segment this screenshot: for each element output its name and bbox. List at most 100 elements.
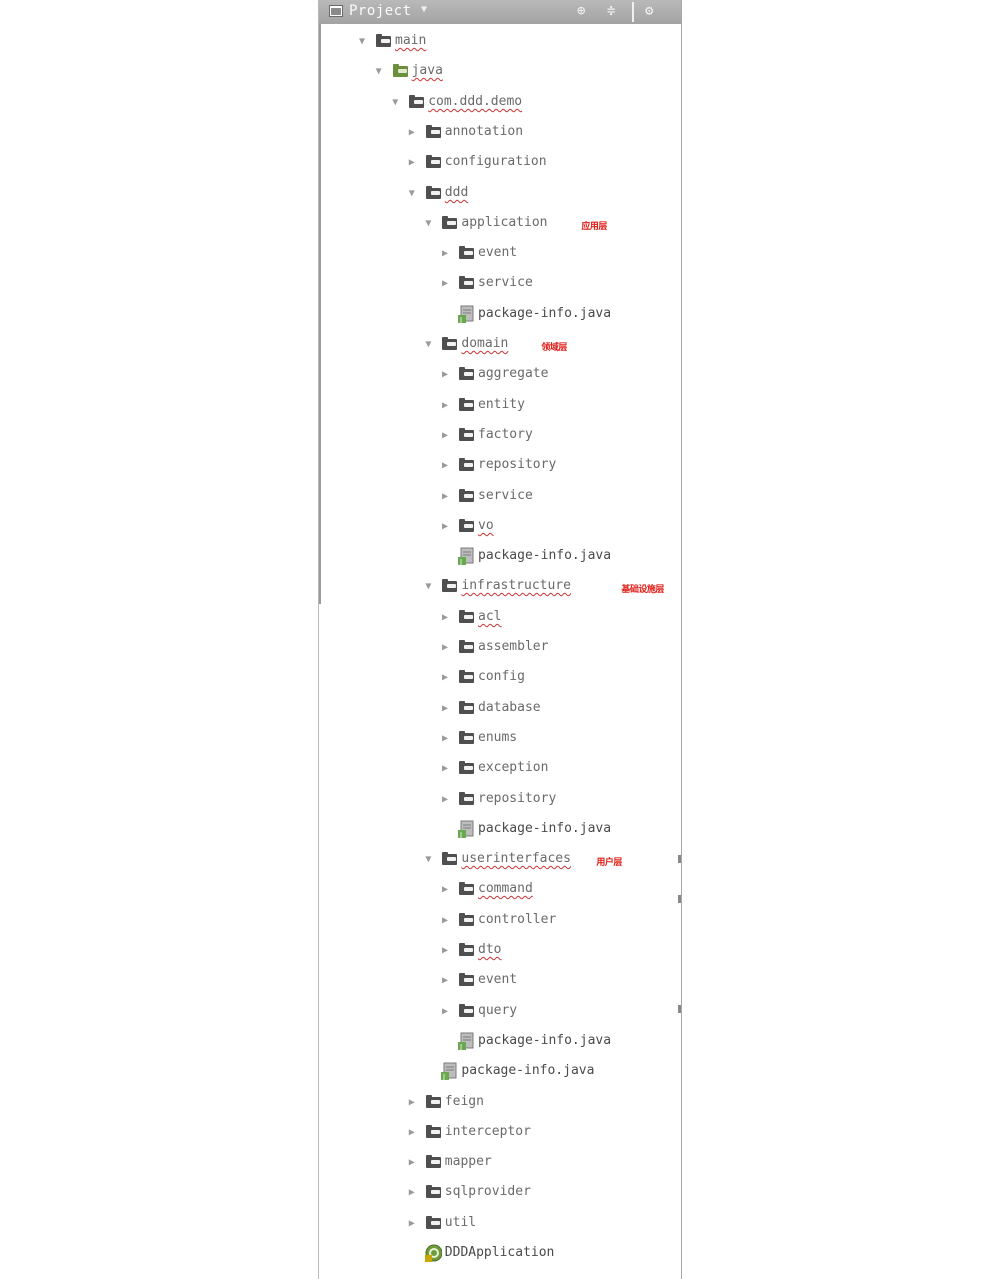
tree-row[interactable]: ▶ factory: [319, 425, 679, 447]
tree-row[interactable]: ▶ service: [319, 273, 679, 295]
collapse-arrow-icon[interactable]: ▶: [442, 401, 448, 411]
collapse-arrow-icon[interactable]: ▶: [442, 946, 448, 956]
collapse-arrow-icon[interactable]: ▶: [442, 885, 448, 895]
package-label: userinterfaces: [461, 851, 571, 866]
collapse-arrow-icon[interactable]: ▶: [409, 128, 415, 138]
collapse-arrow-icon[interactable]: ▶: [409, 1128, 415, 1138]
collapse-arrow-icon[interactable]: ▶: [442, 431, 448, 441]
tree-row[interactable]: ▼ main: [319, 31, 679, 53]
collapse-arrow-icon[interactable]: ▶: [442, 492, 448, 502]
collapse-arrow-icon[interactable]: ▶: [442, 613, 448, 623]
tree-row[interactable]: ▶ enums: [319, 728, 679, 750]
expand-arrow-icon[interactable]: ▼: [425, 340, 431, 350]
expand-arrow-icon[interactable]: ▼: [425, 582, 431, 592]
package-label: java: [411, 63, 443, 78]
tree-row[interactable]: ▼ userinterfaces 用户层: [319, 849, 679, 871]
tree-row[interactable]: ▶ controller: [319, 910, 679, 932]
collapse-arrow-icon[interactable]: ▶: [409, 1188, 415, 1198]
collapse-arrow-icon[interactable]: ▶: [442, 461, 448, 471]
project-view-title[interactable]: Project: [349, 3, 412, 19]
tree-row[interactable]: ▼ domain 领域层: [319, 334, 679, 356]
package-label: entity: [478, 397, 525, 412]
package-label: infrastructure: [461, 578, 571, 593]
collapse-arrow-icon[interactable]: ▶: [409, 158, 415, 168]
package-folder-icon: [442, 337, 458, 350]
collapse-arrow-icon[interactable]: ▶: [442, 279, 448, 289]
expand-arrow-icon[interactable]: ▼: [359, 37, 365, 47]
package-folder-icon: [459, 792, 474, 805]
settings-gear-icon[interactable]: ⚙: [645, 4, 653, 18]
tree-row[interactable]: ▶ mapper: [319, 1152, 679, 1174]
tree-row[interactable]: ▶ service: [319, 486, 679, 508]
collapse-all-icon[interactable]: ≑: [607, 4, 615, 18]
collapse-arrow-icon[interactable]: ▶: [442, 1007, 448, 1017]
tree-row[interactable]: ▼ application 应用层: [319, 213, 679, 235]
collapse-arrow-icon[interactable]: ▶: [409, 1219, 415, 1229]
tree-row[interactable]: ▶ assembler: [319, 637, 679, 659]
tree-row[interactable]: ▼ com.ddd.demo: [319, 92, 679, 114]
package-label: exception: [478, 760, 549, 775]
collapse-arrow-icon[interactable]: ▶: [442, 522, 448, 532]
tree-row[interactable]: Jpackage-info.java: [319, 819, 679, 841]
tree-row[interactable]: ▶ acl: [319, 607, 679, 629]
collapse-arrow-icon[interactable]: ▶: [442, 734, 448, 744]
expand-arrow-icon[interactable]: ▼: [409, 189, 415, 199]
layer-annotation: 应用层: [581, 222, 607, 232]
view-dropdown-icon[interactable]: ▼: [421, 4, 427, 15]
tree-row[interactable]: ▶ configuration: [319, 152, 679, 174]
collapse-arrow-icon[interactable]: ▶: [409, 1158, 415, 1168]
tree-row[interactable]: ▶ database: [319, 698, 679, 720]
expand-arrow-icon[interactable]: ▼: [392, 98, 398, 108]
collapse-arrow-icon[interactable]: ▶: [442, 249, 448, 259]
tree-row[interactable]: ▶ entity: [319, 395, 679, 417]
tree-row[interactable]: Jpackage-info.java: [319, 546, 679, 568]
tree-row[interactable]: ▼ ddd: [319, 183, 679, 205]
package-label: mapper: [444, 1154, 492, 1169]
svg-text:J: J: [459, 558, 462, 565]
file-label: package-info.java: [461, 1063, 595, 1078]
package-label: event: [478, 972, 518, 987]
expand-arrow-icon[interactable]: ▼: [425, 855, 431, 865]
tree-row[interactable]: ▶ feign: [319, 1092, 679, 1114]
collapse-arrow-icon[interactable]: ▶: [442, 795, 448, 805]
tree-row[interactable]: ▶ sqlprovider: [319, 1182, 679, 1204]
tree-row[interactable]: ▶ vo: [319, 516, 679, 538]
collapse-arrow-icon[interactable]: ▶: [442, 673, 448, 683]
tree-row[interactable]: ▶ event: [319, 243, 679, 265]
package-label: database: [478, 700, 541, 715]
tree-row[interactable]: ▶ interceptor: [319, 1122, 679, 1144]
collapse-arrow-icon[interactable]: ▶: [442, 704, 448, 714]
tree-row[interactable]: ▶ repository: [319, 789, 679, 811]
tree-row[interactable]: Jpackage-info.java: [319, 1031, 679, 1053]
package-folder-icon: [459, 913, 474, 926]
tree-row[interactable]: ▶ repository: [319, 455, 679, 477]
expand-arrow-icon[interactable]: ▼: [376, 67, 382, 77]
scroll-from-source-icon[interactable]: ⊕: [577, 4, 585, 18]
java-file-icon: J: [458, 820, 474, 838]
collapse-arrow-icon[interactable]: ▶: [442, 916, 448, 926]
tree-row[interactable]: ▼ infrastructure 基础设施层: [319, 576, 679, 598]
collapse-arrow-icon[interactable]: ▶: [442, 643, 448, 653]
tree-row[interactable]: ▶ exception: [319, 758, 679, 780]
tree-row[interactable]: Jpackage-info.java: [319, 1061, 679, 1083]
collapse-arrow-icon[interactable]: ▶: [409, 1098, 415, 1108]
tree-row[interactable]: ▶ dto: [319, 940, 679, 962]
toolbar-divider: [632, 2, 634, 22]
expand-arrow-icon[interactable]: ▼: [425, 219, 431, 229]
tree-row[interactable]: ▶ annotation: [319, 122, 679, 144]
tree-row[interactable]: ▼ java: [319, 61, 679, 83]
collapse-arrow-icon[interactable]: ▶: [442, 370, 448, 380]
svg-text:J: J: [442, 1073, 445, 1080]
svg-text:J: J: [459, 831, 462, 838]
collapse-arrow-icon[interactable]: ▶: [442, 764, 448, 774]
tree-row[interactable]: DDDApplication: [319, 1243, 679, 1265]
tree-row[interactable]: ▶ util: [319, 1213, 679, 1235]
tree-row[interactable]: ▶ query: [319, 1001, 679, 1023]
package-folder-icon: [425, 1095, 441, 1108]
tree-row[interactable]: ▶ config: [319, 667, 679, 689]
tree-row[interactable]: ▶ aggregate: [319, 364, 679, 386]
tree-row[interactable]: ▶ command: [319, 879, 679, 901]
tree-row[interactable]: Jpackage-info.java: [319, 304, 679, 326]
collapse-arrow-icon[interactable]: ▶: [442, 976, 448, 986]
tree-row[interactable]: ▶ event: [319, 970, 679, 992]
